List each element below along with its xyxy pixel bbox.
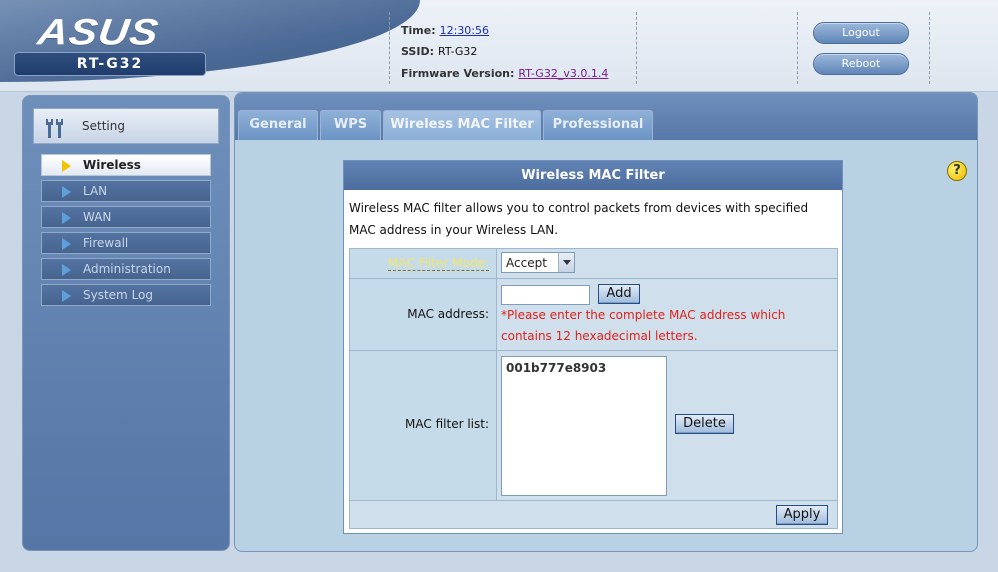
- arrow-right-icon: [62, 290, 71, 302]
- row-divider: [350, 278, 837, 279]
- tab-professional[interactable]: Professional: [543, 110, 653, 140]
- mac-filter-mode-select[interactable]: Accept: [501, 252, 575, 273]
- setting-header: Setting: [33, 108, 219, 144]
- header-divider: [389, 12, 390, 84]
- sidebar-item-label: LAN: [83, 184, 108, 198]
- arrow-right-icon: [62, 238, 71, 250]
- sidebar-item-lan[interactable]: LAN: [41, 180, 211, 202]
- main-panel: General WPS Wireless MAC Filter Professi…: [234, 92, 978, 552]
- firmware-label: Firmware Version:: [401, 67, 515, 80]
- firmware-info: Firmware Version: RT-G32_v3.0.1.4: [401, 67, 608, 80]
- mac-filter-list-label: MAC filter list:: [405, 417, 489, 431]
- ssid-info: SSID: RT-G32: [401, 45, 477, 58]
- sidebar-item-administration[interactable]: Administration: [41, 258, 211, 280]
- time-link[interactable]: 12:30:56: [440, 24, 489, 37]
- sidebar: Setting Wireless LAN WAN Firewall Admini…: [22, 95, 230, 551]
- ssid-label: SSID:: [401, 45, 434, 58]
- tab-wps[interactable]: WPS: [320, 110, 381, 140]
- header-divider: [797, 12, 798, 84]
- delete-button[interactable]: Delete: [675, 414, 734, 434]
- setting-label: Setting: [82, 119, 125, 133]
- time-label: Time:: [401, 24, 436, 37]
- help-icon[interactable]: ?: [947, 161, 967, 181]
- mac-address-input[interactable]: [501, 285, 590, 305]
- model-badge: RT-G32: [14, 52, 206, 76]
- list-item[interactable]: 001b777e8903: [506, 361, 606, 375]
- label-column: [350, 249, 496, 501]
- column-divider: [496, 249, 497, 501]
- tab-bar: General WPS Wireless MAC Filter Professi…: [235, 93, 977, 140]
- wrench-icon: [46, 119, 63, 138]
- sidebar-item-label: Wireless: [83, 158, 141, 172]
- mac-filter-panel: Wireless MAC Filter Wireless MAC filter …: [343, 160, 843, 534]
- reboot-button[interactable]: Reboot: [813, 53, 909, 75]
- firmware-link[interactable]: RT-G32_v3.0.1.4: [518, 67, 608, 80]
- sidebar-item-firewall[interactable]: Firewall: [41, 232, 211, 254]
- tab-wireless-mac-filter[interactable]: Wireless MAC Filter: [383, 110, 541, 140]
- logout-button[interactable]: Logout: [813, 22, 909, 44]
- header: ASUS RT-G32 Time: 12:30:56 SSID: RT-G32 Fi…: [0, 0, 998, 92]
- header-divider: [929, 12, 930, 84]
- mac-filter-listbox[interactable]: 001b777e8903: [501, 356, 667, 496]
- arrow-right-icon: [62, 186, 71, 198]
- row-divider: [350, 500, 837, 501]
- row-divider: [350, 350, 837, 351]
- tab-general[interactable]: General: [238, 110, 318, 140]
- sidebar-item-system-log[interactable]: System Log: [41, 284, 211, 306]
- sidebar-item-wan[interactable]: WAN: [41, 206, 211, 228]
- arrow-right-icon: [62, 160, 71, 172]
- panel-title: Wireless MAC Filter: [344, 161, 842, 190]
- arrow-right-icon: [62, 264, 71, 276]
- add-button[interactable]: Add: [598, 284, 640, 304]
- panel-description: Wireless MAC filter allows you to contro…: [349, 201, 809, 237]
- ssid-value: RT-G32: [437, 45, 478, 58]
- mac-address-label: MAC address:: [407, 307, 489, 321]
- mac-filter-mode-label[interactable]: MAC Filter Mode:: [388, 256, 489, 271]
- brand-logo: ASUS: [35, 10, 162, 53]
- select-value: Accept: [506, 256, 547, 270]
- sidebar-item-label: Administration: [83, 262, 171, 276]
- apply-button[interactable]: Apply: [776, 505, 828, 525]
- sidebar-item-label: WAN: [83, 210, 112, 224]
- sidebar-item-label: System Log: [83, 288, 153, 302]
- arrow-right-icon: [62, 212, 71, 224]
- header-divider: [636, 12, 637, 84]
- mac-warning-text: *Please enter the complete MAC address w…: [501, 308, 786, 343]
- sidebar-item-label: Firewall: [83, 236, 129, 250]
- mac-filter-table: MAC Filter Mode: Accept MAC address: Add…: [349, 248, 838, 529]
- time-info: Time: 12:30:56: [401, 24, 489, 37]
- sidebar-item-wireless[interactable]: Wireless: [41, 154, 211, 176]
- chevron-down-icon[interactable]: [558, 253, 574, 272]
